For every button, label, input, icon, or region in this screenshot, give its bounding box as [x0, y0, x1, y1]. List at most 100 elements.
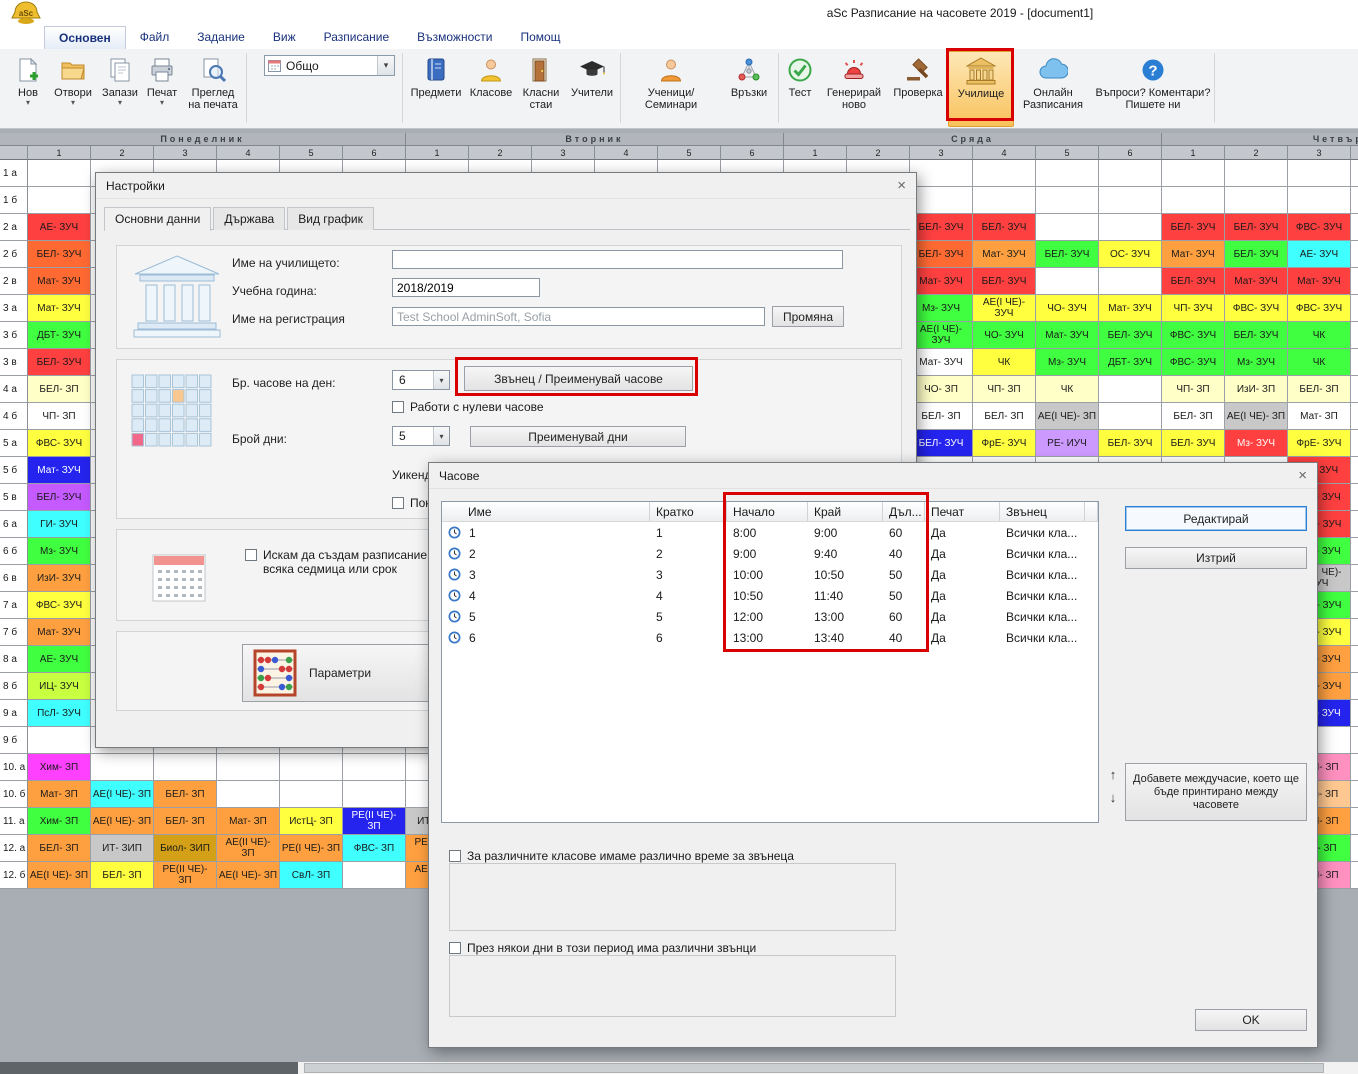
timetable-cell[interactable] [973, 160, 1036, 187]
timetable-cell[interactable]: Мат- ЗУЧ [910, 349, 973, 376]
timetable-cell[interactable] [1036, 268, 1099, 295]
scrollbar-thumb[interactable] [304, 1063, 1324, 1073]
menu-tab-help[interactable]: Помощ [506, 26, 574, 49]
move-up-icon[interactable]: ↑ [1103, 767, 1123, 782]
class-row-label[interactable]: 1 а [0, 160, 28, 187]
timetable-cell[interactable]: РЕ- ИУЧ [1036, 430, 1099, 457]
timetable-cell[interactable]: РЕ(I ЧЕ)- ЗП [280, 835, 343, 862]
timetable-cell[interactable]: БЕЛ- ЗУЧ [910, 430, 973, 457]
timetable-cell[interactable]: АЕ(I ЧЕ)- ЗП [1036, 403, 1099, 430]
timetable-cell[interactable]: ЧК [1036, 376, 1099, 403]
timetable-cell[interactable]: Мат- ЗУЧ [1099, 295, 1162, 322]
timetable-cell[interactable]: БЕЛ- ЗУЧ [28, 241, 91, 268]
timetable-cell[interactable] [1351, 403, 1358, 430]
timetable-cell[interactable]: АЕ- ЗУЧ [28, 646, 91, 673]
timetable-cell[interactable] [1162, 160, 1225, 187]
timetable-cell[interactable]: БЕЛ- ЗУЧ [1162, 214, 1225, 241]
timetable-cell[interactable]: ЧК [973, 349, 1036, 376]
timetable-cell[interactable]: АЕ(II ЧЕ)- ЗП [217, 835, 280, 862]
timetable-cell[interactable]: ИзИ- ЗП [1225, 376, 1288, 403]
ok-button[interactable]: OK [1195, 1009, 1307, 1031]
timetable-cell[interactable] [1099, 214, 1162, 241]
timetable-cell[interactable] [28, 160, 91, 187]
hours-row[interactable]: 118:009:0060ДаВсички кла... [442, 522, 1098, 543]
delete-button[interactable]: Изтрий [1125, 547, 1307, 569]
toolbar-questions-comments-button[interactable]: ?Въпроси? Коментари?Пишете ни [1092, 51, 1214, 127]
multiweek-checkbox[interactable]: Искам да създам разписание, ковсяка седм… [245, 548, 446, 576]
timetable-cell[interactable] [1351, 646, 1358, 673]
timetable-cell[interactable]: АЕ(I ЧЕ)- ЗУЧ [973, 295, 1036, 322]
timetable-cell[interactable] [1351, 538, 1358, 565]
timetable-cell[interactable]: Мат- ЗУЧ [1162, 241, 1225, 268]
timetable-cell[interactable]: Мат- ЗП [28, 781, 91, 808]
class-row-label[interactable]: 2 б [0, 241, 28, 268]
timetable-cell[interactable]: ФВС- ЗУЧ [28, 592, 91, 619]
timetable-cell[interactable] [1351, 349, 1358, 376]
timetable-cell[interactable]: ГИ- ЗУЧ [28, 511, 91, 538]
timetable-cell[interactable] [1351, 565, 1358, 592]
timetable-cell[interactable] [217, 781, 280, 808]
timetable-cell[interactable] [1351, 295, 1358, 322]
view-select[interactable]: Общо ▾ [264, 55, 395, 76]
timetable-cell[interactable]: БЕЛ- ЗП [154, 781, 217, 808]
timetable-cell[interactable]: БЕЛ- ЗУЧ [1099, 322, 1162, 349]
timetable-cell[interactable] [1099, 403, 1162, 430]
toolbar-generate-new-button[interactable]: Генерирайново [820, 51, 888, 127]
menu-tab-options[interactable]: Възможности [403, 26, 506, 49]
timetable-cell[interactable] [343, 781, 406, 808]
hours-row[interactable]: 5512:0013:0060ДаВсички кла... [442, 606, 1098, 627]
timetable-cell[interactable] [1036, 187, 1099, 214]
class-row-label[interactable]: 7 а [0, 592, 28, 619]
timetable-cell[interactable]: БЕЛ- ЗУЧ [28, 349, 91, 376]
menu-tab-task[interactable]: Задание [183, 26, 259, 49]
change-button[interactable]: Промяна [772, 306, 844, 327]
timetable-cell[interactable]: ЧО- ЗУЧ [1036, 295, 1099, 322]
class-row-label[interactable]: 10. б [0, 781, 28, 808]
class-row-label[interactable]: 9 а [0, 700, 28, 727]
timetable-cell[interactable] [1036, 160, 1099, 187]
timetable-cell[interactable]: ИЦ- ЗУЧ [28, 673, 91, 700]
rename-days-button[interactable]: Преименувай дни [470, 426, 686, 447]
toolbar-classes-button[interactable]: Класове [466, 51, 516, 127]
timetable-cell[interactable]: Мат- ЗУЧ [28, 295, 91, 322]
timetable-cell[interactable]: Мз- ЗУЧ [1225, 349, 1288, 376]
class-row-label[interactable]: 2 в [0, 268, 28, 295]
timetable-cell[interactable]: БЕЛ- ЗП [154, 808, 217, 835]
timetable-cell[interactable] [1351, 160, 1358, 187]
timetable-cell[interactable]: БЕЛ- ЗП [91, 862, 154, 889]
timetable-cell[interactable] [1351, 430, 1358, 457]
zero-periods-checkbox[interactable]: Работи с нулеви часове [392, 400, 544, 414]
edit-button[interactable]: Редактирай [1125, 506, 1307, 531]
timetable-cell[interactable] [1162, 187, 1225, 214]
timetable-cell[interactable] [910, 160, 973, 187]
class-row-label[interactable]: 5 в [0, 484, 28, 511]
timetable-cell[interactable]: ЧП- ЗП [1162, 376, 1225, 403]
class-row-label[interactable]: 10. а [0, 754, 28, 781]
add-break-button[interactable]: Добавете междучасие, което ще бъде принт… [1125, 763, 1307, 821]
timetable-cell[interactable] [1351, 268, 1358, 295]
timetable-cell[interactable]: ФВС- ЗУЧ [1288, 295, 1351, 322]
class-row-label[interactable]: 4 а [0, 376, 28, 403]
timetable-cell[interactable] [1351, 673, 1358, 700]
class-row-label[interactable]: 6 а [0, 511, 28, 538]
timetable-cell[interactable]: БЕЛ- ЗП [28, 376, 91, 403]
timetable-cell[interactable]: БЕЛ- ЗП [1288, 376, 1351, 403]
tab-basic-data[interactable]: Основни данни [104, 207, 211, 231]
timetable-cell[interactable] [1351, 619, 1358, 646]
timetable-cell[interactable]: ФрЕ- ЗУЧ [973, 430, 1036, 457]
bell-rename-hours-button[interactable]: Звънец / Преименувай часове [464, 366, 693, 391]
timetable-cell[interactable]: БЕЛ- ЗУЧ [1225, 241, 1288, 268]
timetable-cell[interactable] [1351, 781, 1358, 808]
timetable-cell[interactable]: РЕ(II ЧЕ)- ЗП [154, 862, 217, 889]
tab-view-type[interactable]: Вид график [287, 207, 374, 230]
toolbar-new-button[interactable]: Нов▾ [8, 51, 48, 127]
timetable-cell[interactable]: БЕЛ- ЗУЧ [973, 268, 1036, 295]
tab-country[interactable]: Държава [213, 207, 285, 230]
timetable-cell[interactable]: Хим- ЗП [28, 808, 91, 835]
timetable-cell[interactable]: Мз- ЗУЧ [1036, 349, 1099, 376]
timetable-cell[interactable] [217, 754, 280, 781]
toolbar-save-button[interactable]: Запази▾ [98, 51, 142, 127]
timetable-cell[interactable]: БЕЛ- ЗУЧ [1225, 214, 1288, 241]
timetable-cell[interactable]: Мат- ЗУЧ [973, 241, 1036, 268]
timetable-cell[interactable]: БЕЛ- ЗУЧ [1162, 430, 1225, 457]
